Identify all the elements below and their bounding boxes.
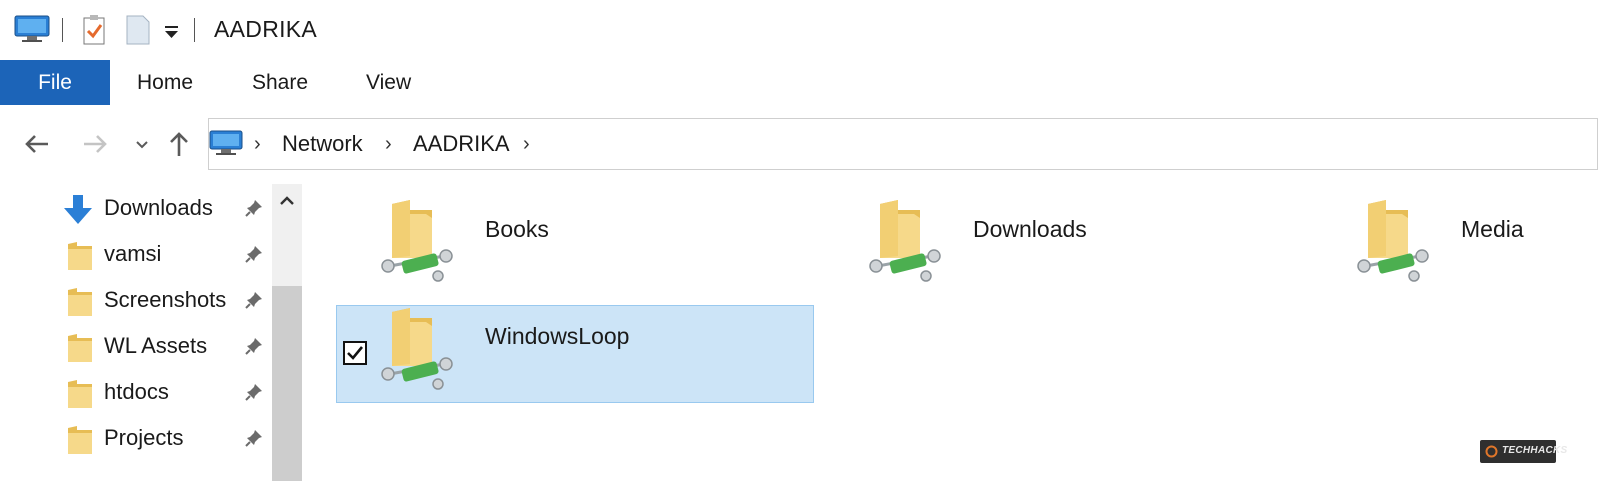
breadcrumb-chevron-icon[interactable]: › bbox=[385, 133, 392, 156]
title-bar: AADRIKA bbox=[0, 0, 1600, 60]
tab-share[interactable]: Share bbox=[252, 60, 308, 105]
nav-item-vamsi[interactable]: vamsi bbox=[0, 232, 270, 276]
customize-qat-dropdown-icon[interactable] bbox=[164, 24, 180, 40]
breadcrumb-network[interactable]: Network bbox=[282, 131, 363, 157]
selection-checkbox-icon[interactable] bbox=[343, 341, 367, 365]
nav-item-screenshots[interactable]: Screenshots bbox=[0, 278, 270, 322]
qat-separator bbox=[194, 18, 195, 42]
pin-icon bbox=[244, 428, 264, 448]
network-share-folder-icon[interactable] bbox=[1356, 196, 1432, 286]
address-bar[interactable]: › Network › AADRIKA › bbox=[208, 118, 1598, 170]
share-books-label[interactable]: Books bbox=[485, 216, 549, 243]
window-title: AADRIKA bbox=[214, 16, 318, 42]
scrollbar-thumb[interactable] bbox=[272, 286, 302, 481]
share-downloads-label[interactable]: Downloads bbox=[973, 216, 1087, 243]
nav-item-projects[interactable]: Projects bbox=[0, 416, 270, 460]
share-media-label[interactable]: Media bbox=[1461, 216, 1524, 243]
forward-arrow-icon[interactable] bbox=[80, 128, 110, 160]
new-folder-icon[interactable] bbox=[125, 14, 151, 46]
nav-item-wl-assets[interactable]: WL Assets bbox=[0, 324, 270, 368]
breadcrumb-aadrika[interactable]: AADRIKA bbox=[413, 131, 510, 157]
folder-icon bbox=[67, 333, 93, 363]
share-windowsloop-label[interactable]: WindowsLoop bbox=[485, 323, 629, 350]
download-arrow-icon bbox=[64, 195, 92, 224]
tab-file[interactable]: File bbox=[0, 60, 110, 105]
pin-icon bbox=[244, 336, 264, 356]
nav-item-label: Screenshots bbox=[104, 287, 227, 312]
nav-item-label: vamsi bbox=[104, 241, 162, 266]
network-share-folder-icon[interactable] bbox=[380, 196, 456, 286]
properties-icon[interactable] bbox=[82, 14, 108, 46]
network-share-folder-icon[interactable] bbox=[868, 196, 944, 286]
nav-item-label: Projects bbox=[104, 425, 184, 450]
pin-icon bbox=[244, 290, 264, 310]
tab-view[interactable]: View bbox=[366, 60, 411, 105]
computer-icon[interactable] bbox=[14, 14, 50, 44]
folder-icon bbox=[67, 241, 93, 271]
tab-home[interactable]: Home bbox=[137, 60, 193, 105]
nav-item-label: htdocs bbox=[104, 379, 169, 404]
ribbon-tabs: File Home Share View bbox=[0, 60, 1600, 107]
computer-location-icon bbox=[209, 130, 243, 155]
folder-icon bbox=[67, 425, 93, 455]
pin-icon bbox=[244, 198, 264, 218]
nav-item-htdocs[interactable]: htdocs bbox=[0, 370, 270, 414]
breadcrumb-chevron-icon[interactable]: › bbox=[254, 133, 261, 156]
watermark-logo: TECHHACKS bbox=[1480, 440, 1567, 463]
scroll-up-chevron-icon[interactable] bbox=[276, 190, 298, 212]
nav-item-label: Downloads bbox=[104, 195, 213, 220]
back-arrow-icon[interactable] bbox=[22, 128, 52, 160]
network-share-folder-icon[interactable] bbox=[380, 304, 456, 394]
up-arrow-icon[interactable] bbox=[164, 128, 194, 160]
pin-icon bbox=[244, 382, 264, 402]
navigation-pane: Downloads vamsi Screenshots WL Assets ht… bbox=[0, 184, 304, 481]
nav-item-label: WL Assets bbox=[104, 333, 208, 358]
qat-separator bbox=[62, 18, 63, 42]
folder-icon bbox=[67, 287, 93, 317]
breadcrumb-chevron-icon[interactable]: › bbox=[523, 133, 530, 156]
navigation-bar: › Network › AADRIKA › bbox=[0, 106, 1600, 184]
watermark-text: TECHHACKS bbox=[1502, 445, 1568, 456]
folder-icon bbox=[67, 379, 93, 409]
recent-locations-chevron-icon[interactable] bbox=[128, 128, 158, 160]
watermark-gear-icon bbox=[1485, 445, 1498, 458]
pin-icon bbox=[244, 244, 264, 264]
nav-item-downloads[interactable]: Downloads bbox=[0, 186, 270, 230]
